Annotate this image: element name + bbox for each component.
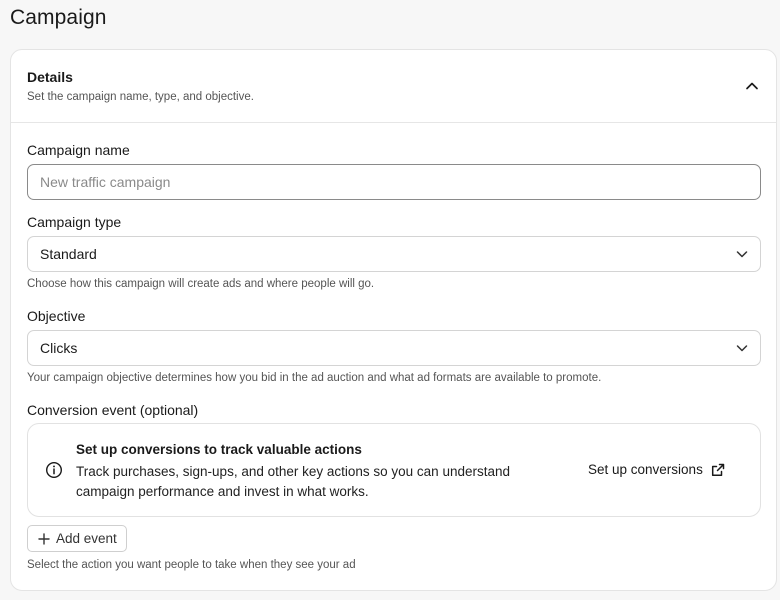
add-event-label: Add event [56,531,117,546]
details-header[interactable]: Details Set the campaign name, type, and… [11,50,776,123]
campaign-name-input[interactable] [28,165,760,199]
plus-icon [38,532,50,545]
objective-select[interactable]: Clicks [27,330,761,366]
chevron-up-icon [746,82,758,90]
setup-conversions-link[interactable]: Set up conversions [588,462,725,477]
conversion-info-body: Track purchases, sign-ups, and other key… [76,464,510,499]
conversion-event-label: Conversion event (optional) [27,402,199,418]
campaign-type-label: Campaign type [27,214,122,230]
campaign-name-label: Campaign name [27,142,130,158]
page-title: Campaign [10,6,107,29]
chevron-down-icon [736,251,748,258]
collapse-button[interactable] [742,76,762,96]
details-title: Details [27,69,73,85]
conversion-event-help: Select the action you want people to tak… [27,559,356,571]
campaign-type-help: Choose how this campaign will create ads… [27,278,375,290]
campaign-type-select[interactable]: Standard [27,236,761,272]
conversion-info-box: Set up conversions to track valuable act… [27,423,761,517]
chevron-down-icon [736,345,748,352]
conversion-info-title: Set up conversions to track valuable act… [76,442,362,457]
add-event-button[interactable]: Add event [27,525,127,552]
objective-label: Objective [27,308,86,324]
objective-value: Clicks [40,340,78,356]
details-card: Details Set the campaign name, type, and… [10,49,777,591]
details-subtitle: Set the campaign name, type, and objecti… [27,91,254,103]
campaign-type-value: Standard [40,246,97,262]
objective-help: Your campaign objective determines how y… [27,372,602,384]
campaign-name-field[interactable] [27,164,761,200]
external-link-icon [711,463,725,476]
setup-conversions-label: Set up conversions [588,462,703,477]
info-icon [45,461,63,479]
